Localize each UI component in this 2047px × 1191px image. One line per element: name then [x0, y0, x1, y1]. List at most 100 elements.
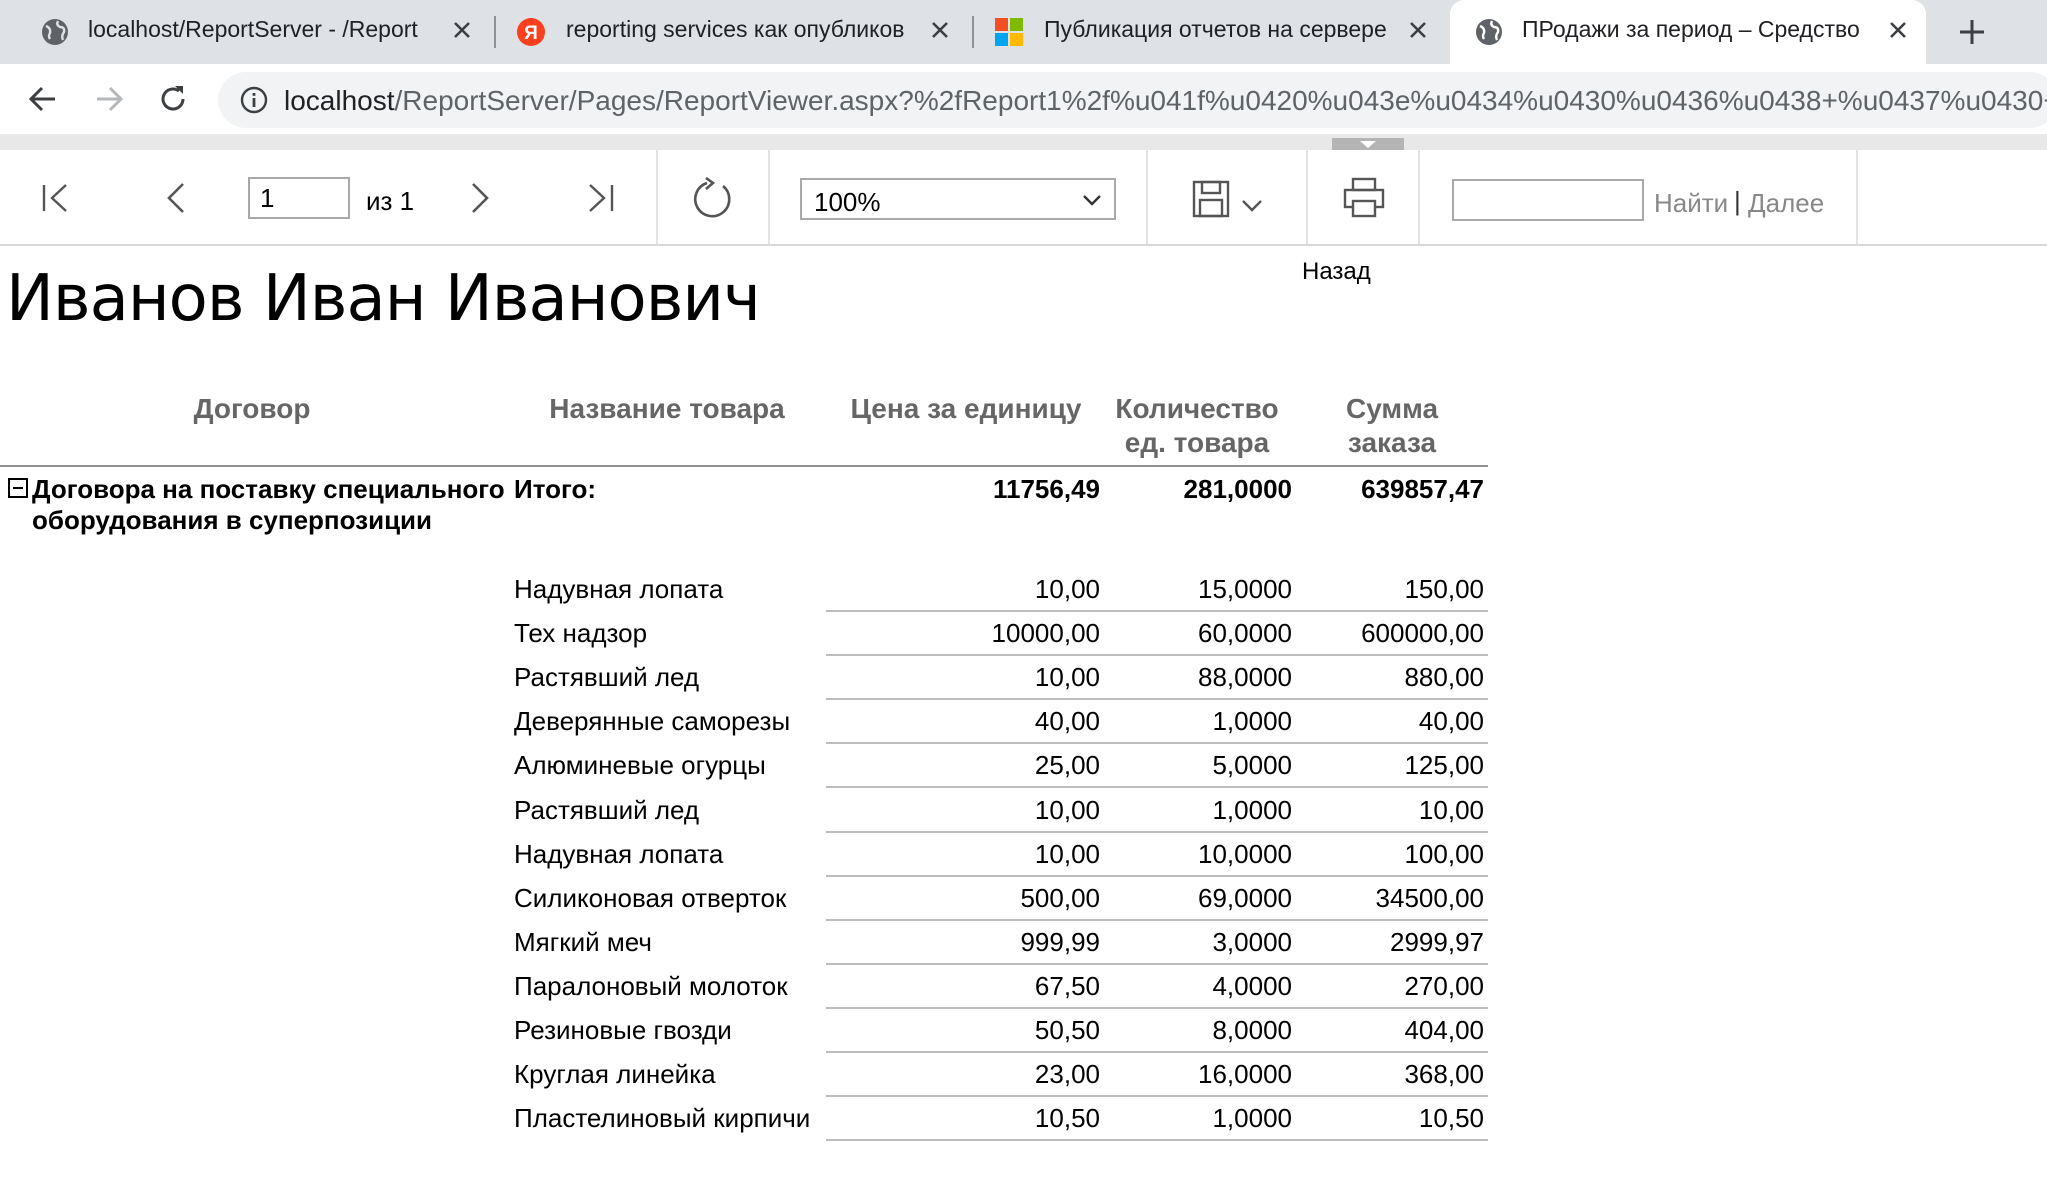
- find-link[interactable]: Найти: [1654, 188, 1728, 219]
- table-row: Круглая линейка 23,00 16,0000 368,00: [514, 1057, 1488, 1101]
- back-button[interactable]: [20, 76, 66, 122]
- last-page-button[interactable]: [580, 176, 620, 220]
- cell-quantity: 1,0000: [1212, 794, 1292, 825]
- refresh-icon: [694, 177, 731, 218]
- close-tab-icon[interactable]: [1882, 14, 1914, 46]
- microsoft-icon: [995, 18, 1023, 46]
- cell-sum: 10,50: [1418, 1103, 1484, 1134]
- previous-page-button[interactable]: [156, 176, 196, 220]
- zoom-select[interactable]: 100%: [800, 178, 1116, 220]
- row-divider: [826, 918, 1488, 921]
- report-title: Иванов Иван Иванович: [6, 262, 761, 336]
- refresh-button[interactable]: [688, 174, 738, 224]
- cell-sum: 150,00: [1404, 574, 1484, 604]
- cell-unit-price: 25,00: [1034, 750, 1100, 781]
- header-contract: Договор: [193, 393, 311, 424]
- chevron-down-icon: [1083, 195, 1101, 206]
- tab-title: localhost/ReportServer - /Report: [88, 16, 418, 42]
- viewer-divider: [0, 134, 2047, 150]
- table-row: Растявший лед 10,00 1,0000 10,00: [514, 793, 1488, 837]
- cell-quantity: 5,0000: [1212, 750, 1292, 781]
- find-separator: |: [1734, 186, 1741, 216]
- arrow-left-icon: [28, 86, 55, 112]
- chevron-left-icon: [167, 183, 184, 213]
- close-tab-icon[interactable]: [446, 14, 478, 46]
- cell-sum: 270,00: [1404, 970, 1484, 1001]
- table-row: Растявший лед 10,00 88,0000 880,00: [514, 660, 1488, 704]
- cell-product: Надувная лопата: [514, 574, 724, 604]
- cell-product: Круглая линейка: [514, 1059, 716, 1090]
- first-page-button[interactable]: [36, 176, 76, 220]
- browser-tab[interactable]: Я reporting services как опубликов: [496, 0, 972, 64]
- cell-product: Тех надзор: [514, 618, 648, 649]
- cell-unit-price: 10,50: [1034, 1103, 1100, 1134]
- collapse-parameters-handle[interactable]: [1332, 138, 1404, 150]
- cell-unit-price: 500,00: [1020, 882, 1100, 913]
- reload-icon: [161, 86, 185, 111]
- cell-sum: 34500,00: [1375, 882, 1484, 913]
- row-divider: [826, 874, 1488, 877]
- forward-button[interactable]: [86, 76, 132, 122]
- browser-tab-active[interactable]: ПРодажи за период – Средство: [1450, 0, 1926, 64]
- report-toolbar: из 1 100%: [0, 150, 2047, 246]
- group-label: Договора на поставку специального оборуд…: [32, 474, 505, 535]
- row-divider: [826, 962, 1488, 965]
- find-input[interactable]: [1452, 179, 1644, 221]
- chevron-down-icon: [1242, 200, 1262, 212]
- toolbar-separator: [1146, 150, 1148, 244]
- row-divider: [826, 1139, 1488, 1142]
- zoom-value: 100%: [814, 187, 881, 217]
- next-page-button[interactable]: [460, 176, 500, 220]
- table-row: Надувная лопата 10,00 15,0000 150,00: [514, 572, 1488, 616]
- table-row: Силиконовая отверток 500,00 69,0000 34500,0…: [514, 881, 1488, 925]
- find-next-link[interactable]: Далее: [1748, 188, 1824, 219]
- svg-text:Я: Я: [524, 23, 538, 44]
- cell-quantity: 1,0000: [1212, 1103, 1292, 1134]
- cell-quantity: 3,0000: [1212, 926, 1292, 957]
- last-page-icon: [589, 184, 614, 212]
- cell-unit-price: 10,00: [1034, 794, 1100, 825]
- reload-button[interactable]: [150, 76, 196, 122]
- cell-unit-price: 10,00: [1034, 662, 1100, 693]
- info-icon[interactable]: [240, 86, 268, 114]
- cell-product: Деверянные саморезы: [514, 706, 791, 737]
- export-button[interactable]: [1186, 176, 1270, 222]
- table-row: Пластелиновый кирпичи 10,50 1,0000 10,50: [514, 1101, 1488, 1145]
- yandex-icon: Я: [517, 18, 545, 46]
- page-number-input[interactable]: [248, 177, 350, 219]
- address-bar[interactable]: localhost/ReportServer/Pages/ReportViewe…: [218, 72, 2047, 128]
- globe-icon: [1476, 19, 1502, 45]
- row-divider: [826, 830, 1488, 833]
- total-unit-price: 11756,49: [992, 474, 1100, 504]
- total-quantity: 281,0000: [1183, 474, 1292, 504]
- total-label: Итого:: [514, 474, 596, 504]
- url-text: localhost/ReportServer/Pages/ReportViewe…: [284, 85, 2047, 116]
- collapse-toggle-icon[interactable]: [8, 478, 28, 498]
- cell-sum: 880,00: [1404, 662, 1484, 693]
- tab-title: ПРодажи за период – Средство: [1522, 16, 1860, 42]
- printer-icon: [1343, 177, 1385, 218]
- cell-unit-price: 10,00: [1034, 574, 1100, 604]
- arrow-right-icon: [97, 86, 124, 112]
- back-to-parent-link[interactable]: Назад: [1302, 258, 1371, 286]
- new-tab-button[interactable]: [1950, 12, 1994, 52]
- close-tab-icon[interactable]: [1402, 14, 1434, 46]
- cell-sum: 600000,00: [1361, 618, 1484, 649]
- page-count-label: из 1: [366, 186, 415, 216]
- print-button[interactable]: [1340, 174, 1388, 222]
- browser-tab[interactable]: Публикация отчетов на сервере: [974, 0, 1450, 64]
- table-row: Резиновые гвозди 50,50 8,0000 404,00: [514, 1013, 1488, 1057]
- header-rule: [0, 465, 1488, 467]
- toolbar-separator: [1306, 150, 1308, 244]
- cell-unit-price: 10,00: [1034, 838, 1100, 869]
- row-divider: [826, 786, 1488, 789]
- header-quantity: Количество ед. товара: [1115, 393, 1279, 458]
- browser-tab[interactable]: localhost/ReportServer - /Report: [0, 0, 490, 64]
- table-row: Паралоновый молоток 67,50 4,0000 270,00: [514, 969, 1488, 1013]
- cell-unit-price: 40,00: [1034, 706, 1100, 737]
- header-unit-price: Цена за единицу: [850, 393, 1082, 424]
- cell-product: Мягкий меч: [514, 926, 652, 957]
- table-row: Деверянные саморезы 40,00 1,0000 40,00: [514, 704, 1488, 748]
- toolbar-separator: [656, 150, 658, 244]
- close-tab-icon[interactable]: [924, 14, 956, 46]
